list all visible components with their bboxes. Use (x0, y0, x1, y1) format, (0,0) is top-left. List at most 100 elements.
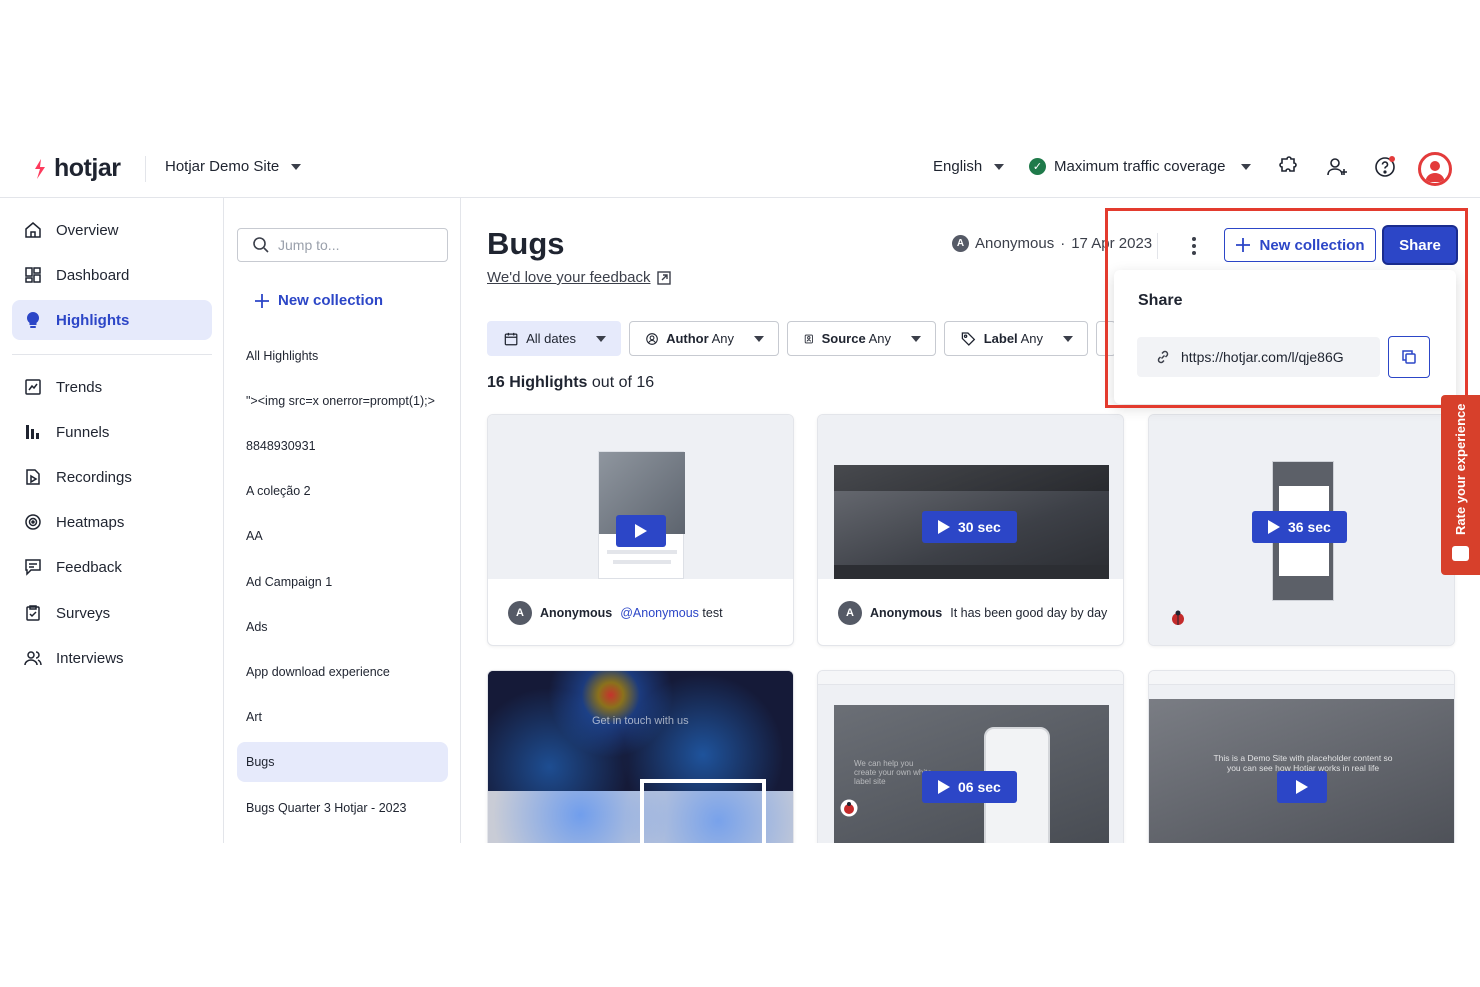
user-avatar[interactable] (1418, 152, 1452, 186)
heatmap-thumbnail: Get in touch with us (488, 671, 793, 843)
more-options-icon[interactable] (1187, 235, 1201, 257)
collection-item[interactable]: All Highlights (237, 336, 448, 376)
card-thumbnail: 30 sec (818, 415, 1123, 579)
new-collection-button-label: New collection (1259, 236, 1365, 254)
card-thumbnail: We can help you create your own white la… (818, 671, 1123, 843)
divider (1157, 233, 1158, 259)
filter-more[interactable] (1096, 321, 1116, 356)
chevron-down-icon (994, 163, 1005, 170)
hotjar-flame-icon (35, 158, 45, 179)
meta-date: 17 Apr 2023 (1071, 235, 1153, 252)
invite-user-icon[interactable] (1325, 155, 1349, 179)
collection-item[interactable]: Art (237, 697, 448, 737)
highlight-card[interactable]: 36 sec (1148, 414, 1455, 646)
collection-search[interactable] (237, 228, 448, 262)
highlight-card[interactable]: A Anonymous @Anonymous test (487, 414, 794, 646)
share-button[interactable]: Share (1384, 227, 1456, 263)
play-icon (635, 524, 647, 538)
play-button[interactable] (616, 515, 666, 547)
collection-item[interactable]: Ad Campaign 1 (237, 562, 448, 602)
new-collection-button[interactable]: New collection (1224, 228, 1376, 262)
filter-label-dropdown[interactable]: Label Any (944, 321, 1088, 356)
card-thumbnail: This is a Demo Site with placeholder con… (1149, 671, 1454, 843)
heatmap-text: Get in touch with us (592, 715, 689, 727)
filter-label: Author (666, 331, 709, 346)
nav-item-recordings[interactable]: Recordings (12, 457, 212, 497)
collection-item[interactable]: AA (237, 516, 448, 556)
search-input[interactable] (278, 237, 438, 253)
highlight-card[interactable]: This is a Demo Site with placeholder con… (1148, 670, 1455, 843)
hotjar-logo[interactable]: hotjar (32, 154, 121, 183)
feedback-icon (25, 559, 41, 576)
collection-item[interactable]: Bugs Quarter 3 Hotjar - 2023 (237, 788, 448, 828)
card-mention[interactable]: @Anonymous (620, 606, 699, 620)
play-button[interactable]: 36 sec (1252, 511, 1347, 543)
collection-item[interactable]: "><img src=x onerror=prompt(1);> (237, 381, 448, 421)
filter-dates[interactable]: All dates (487, 321, 621, 356)
collection-item[interactable]: Ads (237, 607, 448, 647)
nav-item-trends[interactable]: Trends (12, 367, 212, 407)
nav-item-dashboard[interactable]: Dashboard (12, 255, 212, 295)
new-collection-label: New collection (278, 292, 384, 309)
highlight-card[interactable]: Get in touch with us (487, 670, 794, 843)
lightbulb-icon (26, 311, 40, 328)
author-avatar: A (508, 601, 532, 625)
nav-item-heatmaps[interactable]: Heatmaps (12, 502, 212, 542)
play-icon (938, 780, 950, 794)
card-author: Anonymous (540, 606, 613, 620)
new-collection-link[interactable]: New collection (254, 292, 383, 309)
site-selector[interactable]: Hotjar Demo Site (165, 158, 302, 175)
app-window: hotjar Hotjar Demo Site English ✓ Maximu… (0, 138, 1480, 843)
play-button[interactable]: 30 sec (922, 511, 1017, 543)
count-rest: out of 16 (587, 374, 655, 391)
link-icon (1157, 350, 1169, 364)
nav-label: Highlights (56, 311, 130, 329)
play-button[interactable] (1277, 771, 1327, 803)
nav-label: Overview (56, 221, 119, 239)
play-button[interactable]: 06 sec (922, 771, 1017, 803)
nav-item-highlights[interactable]: Highlights (12, 300, 212, 340)
plus-icon (255, 293, 269, 308)
rate-experience-tab[interactable]: Rate your experience (1441, 395, 1480, 575)
count-bold: 16 Highlights (487, 374, 588, 391)
language-selector[interactable]: English (933, 158, 1005, 175)
nav-item-overview[interactable]: Overview (12, 210, 212, 250)
card-thumbnail: 36 sec (1149, 415, 1454, 645)
highlight-card[interactable]: 30 sec A Anonymous It has been good day … (817, 414, 1124, 646)
home-icon (25, 222, 41, 238)
integrations-puzzle-icon[interactable] (1275, 155, 1299, 179)
filter-value: Any (868, 331, 891, 346)
user-avatar-icon (1425, 161, 1445, 182)
collection-item[interactable]: 8848930931 (237, 426, 448, 466)
plus-icon (1236, 238, 1251, 252)
chevron-down-icon (1063, 335, 1073, 342)
nav-item-interviews[interactable]: Interviews (12, 638, 212, 678)
top-bar: hotjar Hotjar Demo Site English ✓ Maximu… (0, 138, 1480, 198)
help-icon[interactable] (1373, 155, 1397, 179)
nav-label: Interviews (56, 649, 124, 667)
filter-author[interactable]: Author Any (629, 321, 779, 356)
highlight-card[interactable]: We can help you create your own white la… (817, 670, 1124, 843)
check-circle-icon: ✓ (1029, 158, 1046, 175)
nav-item-feedback[interactable]: Feedback (12, 547, 212, 587)
filter-label: Source (821, 331, 866, 346)
thumb-text: This is a Demo Site with placeholder con… (1213, 753, 1393, 773)
collection-item-active[interactable]: Bugs (237, 742, 448, 782)
card-footer: A Anonymous It has been good day by day (838, 601, 1107, 625)
nav-item-funnels[interactable]: Funnels (12, 412, 212, 452)
dashboard-icon (25, 267, 41, 283)
feedback-link[interactable]: We'd love your feedback (487, 269, 671, 286)
chevron-down-icon (754, 335, 764, 342)
card-author: Anonymous (870, 606, 943, 620)
filter-label: All dates (526, 331, 576, 346)
duration-label: 30 sec (958, 519, 1001, 535)
traffic-coverage-selector[interactable]: ✓ Maximum traffic coverage (1029, 158, 1252, 175)
copy-link-button[interactable] (1388, 336, 1430, 378)
filter-source[interactable]: Source Any (787, 321, 936, 356)
share-url-field[interactable]: https://hotjar.com/l/qje86G (1137, 337, 1380, 377)
nav-item-surveys[interactable]: Surveys (12, 593, 212, 633)
collection-item[interactable]: App download experience (237, 652, 448, 692)
sidebar-nav: Overview Dashboard Highlights Trends Fun… (0, 198, 224, 843)
site-name: Hotjar Demo Site (165, 158, 280, 175)
collection-item[interactable]: A coleção 2 (237, 471, 448, 511)
